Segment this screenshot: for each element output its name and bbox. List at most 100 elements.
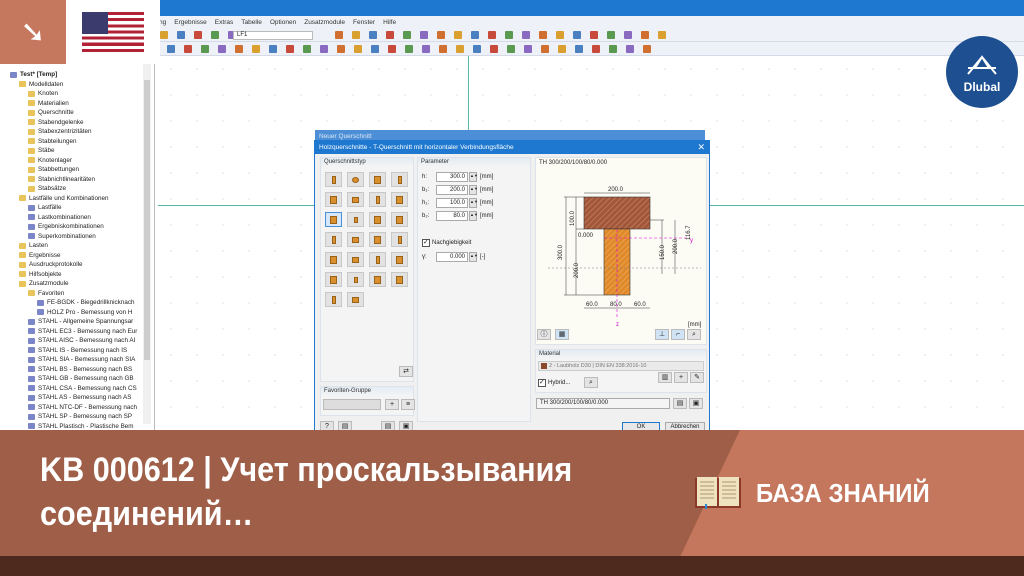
tree-item[interactable]: Superkombinationen	[4, 232, 142, 242]
toolbar-button-icon[interactable]	[211, 31, 219, 39]
toolbar-button-icon[interactable]	[167, 45, 175, 53]
section-type-button[interactable]	[325, 292, 342, 307]
section-type-button[interactable]	[347, 192, 364, 207]
hybrid-search-button[interactable]: ⌕	[584, 377, 598, 388]
tree-item[interactable]: Stabendgelenke	[4, 118, 142, 128]
menu-item[interactable]: Ergebnisse	[174, 19, 207, 26]
param-spinner[interactable]: ▲▼	[469, 210, 478, 221]
toolbar-button-icon[interactable]	[422, 45, 430, 53]
menu-item[interactable]: Optionen	[270, 19, 296, 26]
toolbar-button-icon[interactable]	[556, 31, 564, 39]
toolbar-button-icon[interactable]	[658, 31, 666, 39]
toolbar-button-icon[interactable]	[524, 45, 532, 53]
toolbar-button-icon[interactable]	[201, 45, 209, 53]
section-type-button[interactable]	[369, 272, 386, 287]
toolbar-button-icon[interactable]	[607, 31, 615, 39]
toolbar-button-icon[interactable]	[624, 31, 632, 39]
toolbar-button-icon[interactable]	[320, 45, 328, 53]
section-type-button[interactable]	[347, 292, 364, 307]
toolbar-button-icon[interactable]	[454, 31, 462, 39]
param-input[interactable]: 300.0	[436, 171, 468, 182]
toolbar-button-icon[interactable]	[641, 31, 649, 39]
toolbar-button-icon[interactable]	[471, 31, 479, 39]
tree-item[interactable]: Zusatzmodule	[4, 279, 142, 289]
edit-material-button[interactable]: ✎	[690, 372, 704, 383]
tree-item[interactable]: STAHL SP - Bemessung nach SP	[4, 412, 142, 422]
toolbar-button-icon[interactable]	[354, 45, 362, 53]
tree-item[interactable]: STAHL NTC-DF - Bemessung nach	[4, 403, 142, 413]
hybrid-checkbox[interactable]: ✓ Hybrid...	[538, 377, 570, 388]
toolbar-button-icon[interactable]	[473, 45, 481, 53]
tree-item[interactable]: Knotenlager	[4, 156, 142, 166]
tree-item[interactable]: Lastkombinationen	[4, 213, 142, 223]
toolbar-button-icon[interactable]	[177, 31, 185, 39]
section-type-button[interactable]	[391, 172, 408, 187]
tree-item[interactable]: Ausdruckprotokolle	[4, 260, 142, 270]
zoom-icon[interactable]: ⌕	[687, 329, 701, 340]
new-material-button[interactable]: +	[674, 372, 688, 383]
toolbar-button-icon[interactable]	[403, 31, 411, 39]
tree-item[interactable]: STAHL AS - Bemessung nach AS	[4, 393, 142, 403]
section-type-button[interactable]	[347, 212, 364, 227]
section-type-button[interactable]	[347, 252, 364, 267]
menu-item[interactable]: Tabelle	[241, 19, 262, 26]
toolbar-button-icon[interactable]	[160, 31, 168, 39]
section-type-button[interactable]	[369, 172, 386, 187]
toolbar-button-icon[interactable]	[252, 45, 260, 53]
tree-item[interactable]: Ergebnisse	[4, 251, 142, 261]
open-icon[interactable]: ▤	[673, 398, 687, 409]
menu-item[interactable]: Zusatzmodule	[304, 19, 345, 26]
tree-item[interactable]: Test* [Temp]	[4, 70, 142, 80]
tree-item[interactable]: Stabteilungen	[4, 137, 142, 147]
section-name-input[interactable]: TH 300/200/100/80/0.000	[536, 398, 670, 409]
section-type-button[interactable]	[325, 272, 342, 287]
tree-item[interactable]: STAHL - Allgemeine Spannungsar	[4, 317, 142, 327]
toolbar-button-icon[interactable]	[573, 31, 581, 39]
section-type-button[interactable]	[325, 212, 342, 227]
material-library-button[interactable]: ▥	[658, 372, 672, 383]
section-type-button[interactable]	[391, 272, 408, 287]
toolbar-button-icon[interactable]	[437, 31, 445, 39]
toolbar-button-icon[interactable]	[352, 31, 360, 39]
gamma-input[interactable]: 0.000	[436, 251, 468, 262]
tree-item[interactable]: Stabexzentrizitäten	[4, 127, 142, 137]
tree-item[interactable]: Modelldaten	[4, 80, 142, 90]
tree-item[interactable]: FE-BGDK - Biegedrillknicknach	[4, 298, 142, 308]
toolbar-button-icon[interactable]	[488, 31, 496, 39]
toolbar-button-icon[interactable]	[286, 45, 294, 53]
toolbar-button-icon[interactable]	[218, 45, 226, 53]
toolbar-button-icon[interactable]	[507, 45, 515, 53]
toolbar-button-icon[interactable]	[369, 31, 377, 39]
tree-item[interactable]: Ergebniskombinationen	[4, 222, 142, 232]
param-input[interactable]: 200.0	[436, 184, 468, 195]
param-spinner[interactable]: ▲▼	[469, 171, 478, 182]
tree-item[interactable]: Favoriten	[4, 289, 142, 299]
toolbar-button-icon[interactable]	[592, 45, 600, 53]
info-icon[interactable]: ⓘ	[537, 329, 551, 340]
toolbar-button-icon[interactable]	[337, 45, 345, 53]
toolbar-button-icon[interactable]	[609, 45, 617, 53]
tree-item[interactable]: Lasten	[4, 241, 142, 251]
nachgiebigkeit-checkbox[interactable]: ✓ Nachgiebigkeit	[422, 237, 471, 248]
toolbar-button-icon[interactable]	[541, 45, 549, 53]
toolbar-button-icon[interactable]	[371, 45, 379, 53]
toolbar-button-icon[interactable]	[626, 45, 634, 53]
section-type-button[interactable]	[369, 232, 386, 247]
toolbar-button-icon[interactable]	[643, 45, 651, 53]
gamma-spinner[interactable]: ▲▼	[469, 251, 478, 262]
toolbar-button-icon[interactable]	[405, 45, 413, 53]
tree-item[interactable]: Stäbe	[4, 146, 142, 156]
tree-item[interactable]: STAHL BS - Bemessung nach BS	[4, 365, 142, 375]
section-type-button[interactable]	[369, 192, 386, 207]
axes-icon[interactable]: ⌐	[671, 329, 685, 340]
tree-item[interactable]: Lastfälle	[4, 203, 142, 213]
tree-item[interactable]: Querschnitte	[4, 108, 142, 118]
section-type-button[interactable]	[391, 252, 408, 267]
edit-favorite-button[interactable]: ≡	[401, 399, 415, 410]
section-type-button[interactable]	[347, 172, 364, 187]
menu-item[interactable]: Hilfe	[383, 19, 396, 26]
section-type-button[interactable]	[325, 252, 342, 267]
tree-item[interactable]: STAHL SIA - Bemessung nach SIA	[4, 355, 142, 365]
tree-item[interactable]: STAHL AISC - Bemessung nach AI	[4, 336, 142, 346]
section-type-button[interactable]	[369, 252, 386, 267]
